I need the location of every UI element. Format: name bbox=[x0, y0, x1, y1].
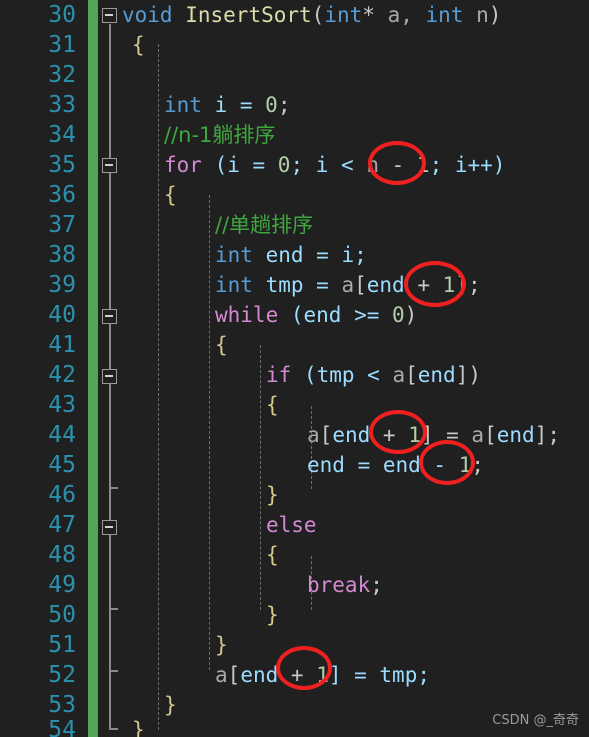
code-line-50[interactable]: } bbox=[122, 600, 279, 630]
line-number: 51 bbox=[48, 632, 76, 658]
code-line-41[interactable]: { bbox=[122, 330, 228, 360]
line-number: 52 bbox=[48, 662, 76, 688]
token-keyword-if: if bbox=[266, 363, 292, 387]
line-number: 47 bbox=[48, 512, 76, 538]
line-number: 46 bbox=[48, 482, 76, 508]
code-line-35[interactable]: for (i = 0; i < n - 1; i++) bbox=[122, 150, 505, 180]
fold-column bbox=[98, 0, 122, 737]
line-number: 48 bbox=[48, 542, 76, 568]
line-number: 50 bbox=[48, 602, 76, 628]
line-number-gutter: 30 31 32 33 34 35 36 37 38 39 40 41 42 4… bbox=[0, 0, 88, 737]
code-content[interactable]: void InsertSort(int* a, int n) { int i =… bbox=[122, 0, 589, 737]
watermark: CSDN @_奇奇 bbox=[492, 713, 579, 728]
fold-toggle-line-30[interactable] bbox=[102, 8, 117, 23]
line-number: 30 bbox=[48, 2, 76, 28]
fold-toggle-line-35[interactable] bbox=[102, 158, 117, 173]
code-line-46[interactable]: } bbox=[122, 480, 279, 510]
line-number: 38 bbox=[48, 242, 76, 268]
code-line-51[interactable]: } bbox=[122, 630, 228, 660]
line-number: 35 bbox=[48, 152, 76, 178]
code-line-54[interactable]: } bbox=[122, 715, 145, 737]
code-line-33[interactable]: int i = 0; bbox=[122, 90, 290, 120]
line-number: 44 bbox=[48, 422, 76, 448]
line-number: 31 bbox=[48, 32, 76, 58]
line-number: 36 bbox=[48, 182, 76, 208]
code-line-34[interactable]: //n-1躺排序 bbox=[122, 120, 275, 150]
code-editor: 30 31 32 33 34 35 36 37 38 39 40 41 42 4… bbox=[0, 0, 589, 737]
code-line-40[interactable]: while (end >= 0) bbox=[122, 300, 417, 330]
code-line-52[interactable]: a[end + 1] = tmp; bbox=[122, 660, 430, 690]
line-number: 34 bbox=[48, 122, 76, 148]
fold-guide-foot-function bbox=[109, 728, 118, 730]
line-number: 49 bbox=[48, 572, 76, 598]
line-number: 39 bbox=[48, 272, 76, 298]
fold-guide-else bbox=[109, 538, 111, 610]
code-line-47[interactable]: else bbox=[122, 510, 317, 540]
code-line-42[interactable]: if (tmp < a[end]) bbox=[122, 360, 481, 390]
token-keyword-for: for bbox=[164, 153, 202, 177]
code-line-37[interactable]: //单趟排序 bbox=[122, 210, 313, 240]
line-number: 32 bbox=[48, 62, 76, 88]
code-line-48[interactable]: { bbox=[122, 540, 279, 570]
line-number: 37 bbox=[48, 212, 76, 238]
token-keyword-while: while bbox=[215, 303, 279, 327]
code-line-38[interactable]: int end = i; bbox=[122, 240, 367, 270]
token-comment: //n-1躺排序 bbox=[164, 123, 276, 147]
code-line-45[interactable]: end = end - 1; bbox=[122, 450, 484, 480]
line-number: 40 bbox=[48, 302, 76, 328]
line-number: 33 bbox=[48, 92, 76, 118]
fold-guide-foot-if bbox=[109, 487, 118, 489]
line-number: 42 bbox=[48, 362, 76, 388]
change-indicator-bar bbox=[88, 0, 98, 737]
fold-guide-if bbox=[109, 387, 111, 489]
code-line-39[interactable]: int tmp = a[end + 1]; bbox=[122, 270, 481, 300]
code-line-31[interactable]: { bbox=[122, 30, 145, 60]
line-number: 43 bbox=[48, 392, 76, 418]
token-function-name: InsertSort bbox=[185, 3, 312, 27]
token-keyword-void: void bbox=[122, 3, 173, 27]
fold-guide-foot-for bbox=[109, 670, 118, 672]
line-number: 41 bbox=[48, 332, 76, 358]
code-line-49[interactable]: break; bbox=[122, 570, 383, 600]
token-keyword-break: break bbox=[307, 573, 371, 597]
line-number: 45 bbox=[48, 452, 76, 478]
code-line-44[interactable]: a[end + 1] = a[end]; bbox=[122, 420, 560, 450]
fold-toggle-line-47[interactable] bbox=[102, 520, 117, 535]
token-keyword-else: else bbox=[266, 513, 317, 537]
code-line-36[interactable]: { bbox=[122, 180, 177, 210]
fold-toggle-line-40[interactable] bbox=[102, 309, 117, 324]
code-line-30[interactable]: void InsertSort(int* a, int n) bbox=[122, 0, 501, 30]
code-line-43[interactable]: { bbox=[122, 390, 279, 420]
line-number: 54 bbox=[48, 717, 76, 737]
token-comment: //单趟排序 bbox=[215, 213, 314, 237]
fold-toggle-line-42[interactable] bbox=[102, 369, 117, 384]
